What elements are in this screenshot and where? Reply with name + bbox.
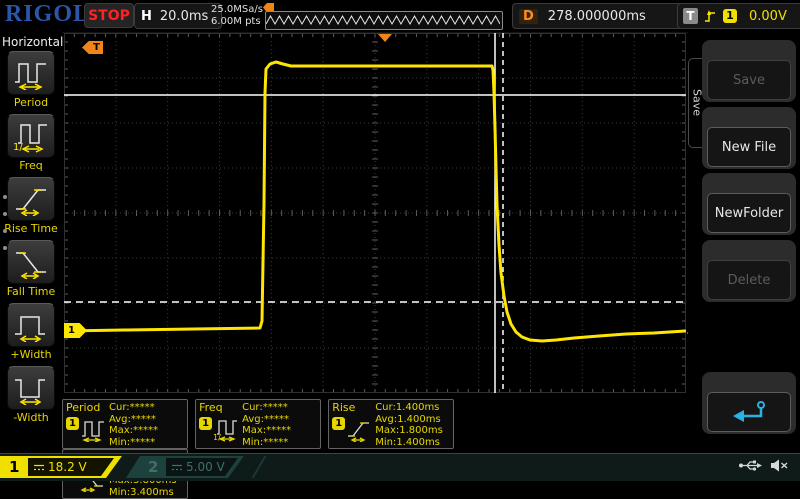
trigger-slope-icon (705, 10, 715, 22)
channel-badge: 1 (332, 417, 346, 430)
waveform-overview[interactable] (263, 2, 503, 30)
sample-rate: 25.0MSa/s (211, 4, 263, 15)
channel2-scale: 5.00 V (186, 460, 225, 474)
sidebar-item-label: Freq (19, 159, 43, 172)
rise-time-icon (16, 189, 46, 216)
freq-icon: 1/ (13, 124, 47, 153)
sidebar-item-label: Fall Time (6, 285, 56, 298)
delay-value: 278.000000ms (547, 8, 646, 24)
measurement-bar: Period 1 Cur:***** Avg:***** Max:***** M… (62, 399, 582, 499)
dc-coupling-icon (172, 464, 182, 470)
timebase-value: 20.0ms (159, 8, 209, 24)
measurement-period[interactable]: Period 1 Cur:***** Avg:***** Max:***** M… (62, 399, 188, 449)
measure-sidebar: Horizontal Period 1/ Freq Rise Time Fall… (0, 32, 64, 453)
memory-depth: 6.00M pts (211, 16, 261, 27)
measurement-rise[interactable]: Rise 1 Cur:1.400ms Avg:1.400ms Max:1.800… (328, 399, 455, 449)
save-button[interactable]: Save (707, 60, 791, 100)
horizontal-timebase-box[interactable]: H 20.0ms (134, 3, 222, 29)
sidebar-item-period[interactable]: Period (0, 51, 62, 109)
channel-badge: 1 (199, 417, 213, 430)
minus-width-icon (15, 379, 45, 405)
waveform-display (62, 33, 687, 393)
rigol-logo: RIGOL (5, 1, 91, 27)
menu-slot: NewFolder (702, 173, 796, 235)
sidebar-title: Horizontal (2, 35, 64, 49)
trigger-level-value: 0.00V (749, 8, 787, 24)
trigger-label: T (683, 8, 698, 24)
dc-coupling-icon (34, 464, 44, 470)
menu-slot: New File (702, 107, 796, 169)
status-separator (251, 456, 267, 478)
graticule-and-trace (62, 33, 687, 393)
sidebar-item-freq[interactable]: 1/ Freq (0, 114, 62, 172)
fall-time-icon (16, 252, 46, 279)
trigger-source-badge: 1 (723, 9, 737, 23)
speaker-muted-icon (771, 459, 788, 472)
new-folder-button[interactable]: NewFolder (707, 193, 791, 233)
delay-box[interactable]: D 278.000000ms (512, 3, 682, 29)
new-file-button[interactable]: New File (707, 127, 791, 167)
acquisition-info: 25.0MSa/s 6.00M pts (211, 4, 263, 28)
soft-menu: Save Save New File NewFolder Delete (688, 32, 800, 453)
sidebar-item-label: -Width (13, 411, 49, 424)
menu-slot: Delete (702, 240, 796, 302)
delete-button[interactable]: Delete (707, 260, 791, 300)
channel1-status[interactable]: 1 18.2 V (0, 456, 122, 478)
rise-glyph-icon (348, 422, 370, 442)
menu-slot (702, 372, 796, 434)
sidebar-item-fall-time[interactable]: Fall Time (0, 240, 62, 298)
overview-wave-icon (265, 14, 501, 26)
channel-badge: 1 (66, 417, 79, 430)
sidebar-item-rise-time[interactable]: Rise Time (0, 177, 62, 235)
back-button[interactable] (707, 392, 791, 432)
overview-frame (265, 11, 503, 30)
sidebar-item-minus-width[interactable]: -Width (0, 366, 62, 424)
period-glyph-icon (82, 421, 104, 442)
channel-status-bar: 1 18.2 V 2 5.00 V (0, 453, 800, 481)
sidebar-item-label: +Width (10, 348, 52, 361)
period-icon (15, 63, 46, 90)
menu-slot: Save (702, 40, 796, 102)
delay-label: D (519, 8, 538, 24)
plus-width-icon (15, 316, 45, 342)
menu-page-dots (3, 195, 7, 263)
sidebar-item-plus-width[interactable]: +Width (0, 303, 62, 361)
svg-text:1/: 1/ (213, 433, 221, 442)
measurement-freq[interactable]: Freq 1 1/ Cur:***** Avg:***** Max:***** … (195, 399, 322, 449)
sidebar-item-label: Period (13, 96, 49, 109)
trigger-box[interactable]: T 1 0.00V (677, 3, 800, 29)
top-status-bar: RIGOL STOP H 20.0ms 25.0MSa/s 6.00M pts … (0, 0, 800, 33)
svg-text:1/: 1/ (13, 142, 23, 153)
horizontal-label: H (141, 8, 152, 24)
freq-glyph-icon: 1/ (213, 420, 238, 442)
run-state-indicator[interactable]: STOP (84, 3, 134, 28)
sidebar-item-label: Rise Time (4, 222, 58, 235)
usb-icon (739, 460, 762, 471)
oscilloscope-screen: { "topbar": { "logo": "RIGOL", "run_stat… (0, 0, 800, 499)
channel1-scale: 18.2 V (48, 460, 87, 474)
return-arrow-icon (733, 401, 765, 422)
channel2-status[interactable]: 2 5.00 V (126, 456, 244, 478)
